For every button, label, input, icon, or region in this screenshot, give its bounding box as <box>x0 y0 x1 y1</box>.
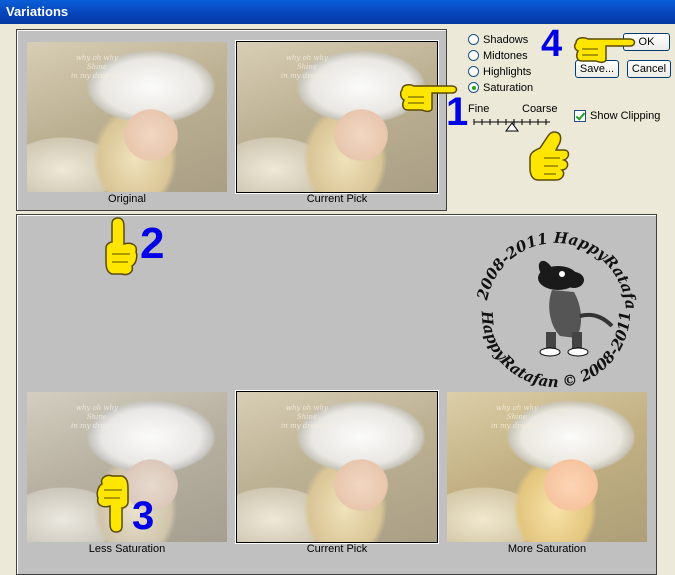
window-title: Variations <box>6 4 69 19</box>
pointing-hand-icon <box>573 37 636 64</box>
annotation-number: 4 <box>541 23 563 65</box>
radio-label: Saturation <box>483 82 534 94</box>
thumbs-up-hand-icon <box>529 131 570 181</box>
more-saturation-thumb[interactable]: why oh why Shine in my dreams? <box>447 392 647 542</box>
radio-dot <box>468 50 479 61</box>
checkbox-box <box>574 110 586 122</box>
slider-coarse-label: Coarse <box>522 103 558 115</box>
radio-dot <box>468 66 479 77</box>
top-preview-panel: why oh why Shine in my dreams? Original … <box>16 29 447 211</box>
annotation-number: 1 <box>446 90 469 134</box>
radio-label: Midtones <box>483 50 528 62</box>
slider-thumb[interactable] <box>505 122 519 132</box>
slider-fine-label: Fine <box>468 103 490 115</box>
original-label: Original <box>108 193 146 205</box>
original-thumb: why oh why Shine in my dreams? <box>27 42 227 192</box>
thumb-caption: why oh why Shine in my dreams? <box>281 404 333 430</box>
title-bar[interactable]: Variations <box>0 0 675 24</box>
radio-label: Highlights <box>483 66 532 78</box>
radio-dot <box>468 34 479 45</box>
show-clipping-label: Show Clipping <box>590 110 661 122</box>
annotation-number: 3 <box>132 494 155 538</box>
pointing-up-hand-icon <box>105 217 138 276</box>
more-saturation-label: More Saturation <box>507 543 587 555</box>
current-pick-thumb-bottom[interactable]: why oh why Shine in my dreams? <box>236 391 438 543</box>
current-pick-label: Current Pick <box>306 193 368 205</box>
less-saturation-label: Less Saturation <box>88 543 166 555</box>
thumb-caption: why oh why Shine in my dreams? <box>71 404 123 430</box>
radio-dot-selected <box>468 82 479 93</box>
current-pick-thumb: why oh why Shine in my dreams? <box>236 41 438 193</box>
annotation-number: 2 <box>140 219 165 268</box>
pointing-down-hand-icon <box>96 474 129 533</box>
dog-icon <box>538 260 614 357</box>
watermark-stamp: © 2008-2011 HappyRatafan HappyRatafan © … <box>464 218 640 388</box>
thumb-caption: why oh why Shine in my dreams? <box>281 54 333 80</box>
thumb-caption: why oh why Shine in my dreams? <box>71 54 123 80</box>
current-pick-label-bottom: Current Pick <box>306 543 368 555</box>
radio-label: Shadows <box>483 34 529 46</box>
thumb-caption: why oh why Shine in my dreams? <box>491 404 543 430</box>
